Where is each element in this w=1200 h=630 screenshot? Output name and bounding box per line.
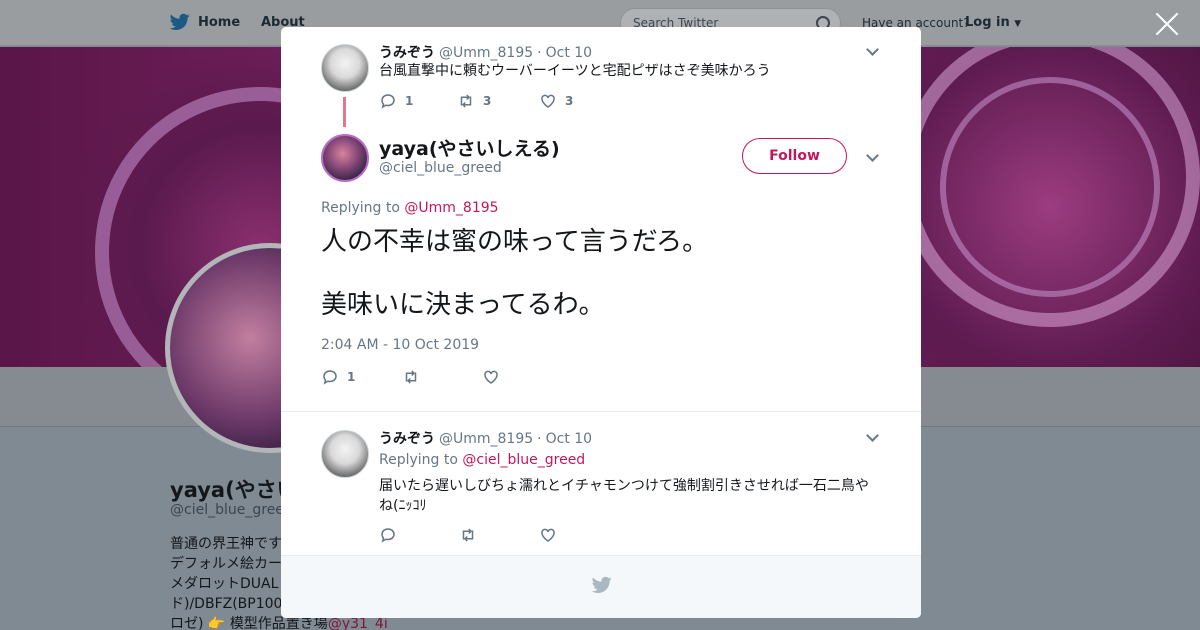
tweet-text-line: ね(ﾆｯｺﾘ [379, 498, 427, 514]
reply-icon [381, 528, 395, 543]
main-tweet-actions: 1 [321, 368, 500, 386]
replying-to: Replying to @Umm_8195 [321, 200, 499, 216]
tweet-timestamp[interactable]: 2:04 AM - 10 Oct 2019 [321, 337, 479, 353]
main-tweet-text-line: 人の不幸は蜜の味って言うだろ。 [321, 227, 709, 257]
divider [281, 411, 921, 412]
heart-icon [484, 370, 498, 384]
like-button[interactable] [482, 368, 500, 386]
reply-button[interactable] [379, 526, 459, 544]
heart-icon [541, 528, 555, 542]
bio-text: ロゼ) [170, 616, 204, 630]
main-author-name[interactable]: yaya(やさいしえる) [379, 134, 560, 161]
chevron-down-icon[interactable] [866, 149, 879, 162]
replying-to-label: Replying to [379, 452, 458, 468]
author-name[interactable]: うみぞう [379, 428, 435, 448]
retweet-button[interactable] [402, 368, 482, 386]
reply-avatar[interactable] [321, 430, 369, 478]
main-tweet: yaya(やさいしえる) @ciel_blue_greed Follow Rep… [281, 27, 921, 407]
retweet-icon [405, 370, 417, 384]
retweet-icon [462, 528, 474, 542]
main-tweet-text-line: 美味いに決まってるわ。 [321, 290, 605, 320]
tweet-text-line: 届いたら遅いしびちょ濡れとイチャモンつけて強制割引きさせれば一石二鳥や [379, 478, 869, 494]
tweet-modal: うみぞう @Umm_8195 · Oct 10 台風直撃中に頼むウーバーイーツと… [281, 27, 921, 618]
tweet-text: 届いたら遅いしびちょ濡れとイチャモンつけて強制割引きさせれば一石二鳥や ね(ﾆｯ… [379, 476, 879, 516]
reply-button[interactable]: 1 [321, 368, 402, 386]
bio-mention-link[interactable]: @y31_4i [328, 616, 388, 630]
reply-icon [323, 370, 337, 385]
bio-text: 模型作品置き場 [229, 616, 328, 630]
retweet-button[interactable] [459, 526, 539, 544]
twitter-bird-icon [170, 13, 190, 31]
home-label: Home [198, 14, 241, 30]
pointing-hand-icon: 👉 [207, 616, 226, 630]
reply-tweet[interactable]: うみぞう @Umm_8195 · Oct 10 Replying to @cie… [281, 413, 921, 553]
author-handle[interactable]: @Umm_8195 [439, 431, 533, 447]
reply-count: 1 [347, 370, 356, 384]
login-dropdown[interactable]: Log in ▼ [965, 15, 1021, 30]
twitter-bird-icon [592, 576, 612, 593]
profile-handle: @ciel_blue_greed [170, 502, 293, 518]
tweet-date[interactable]: Oct 10 [546, 431, 592, 447]
main-author-handle[interactable]: @ciel_blue_greed [379, 160, 502, 176]
main-author-avatar[interactable] [321, 134, 369, 182]
meta-separator: · [537, 431, 542, 447]
replying-to-mention[interactable]: @ciel_blue_greed [462, 452, 585, 468]
home-link[interactable]: Home [170, 13, 240, 31]
replying-to: Replying to @ciel_blue_greed [379, 452, 585, 468]
close-icon[interactable] [1154, 11, 1180, 37]
replying-to-mention[interactable]: @Umm_8195 [404, 200, 498, 216]
reply-meta: うみぞう @Umm_8195 · Oct 10 [379, 428, 592, 448]
modal-footer [281, 555, 921, 618]
replying-to-label: Replying to [321, 200, 400, 216]
like-button[interactable] [539, 526, 557, 544]
login-label: Log in [965, 15, 1010, 30]
follow-button[interactable]: Follow [742, 138, 847, 174]
profile-name: yaya(やさい [170, 478, 298, 502]
chevron-down-icon[interactable] [866, 429, 879, 442]
tweet-actions [379, 526, 557, 544]
caret-down-icon: ▼ [1014, 19, 1022, 29]
banner-ring [940, 77, 1160, 297]
